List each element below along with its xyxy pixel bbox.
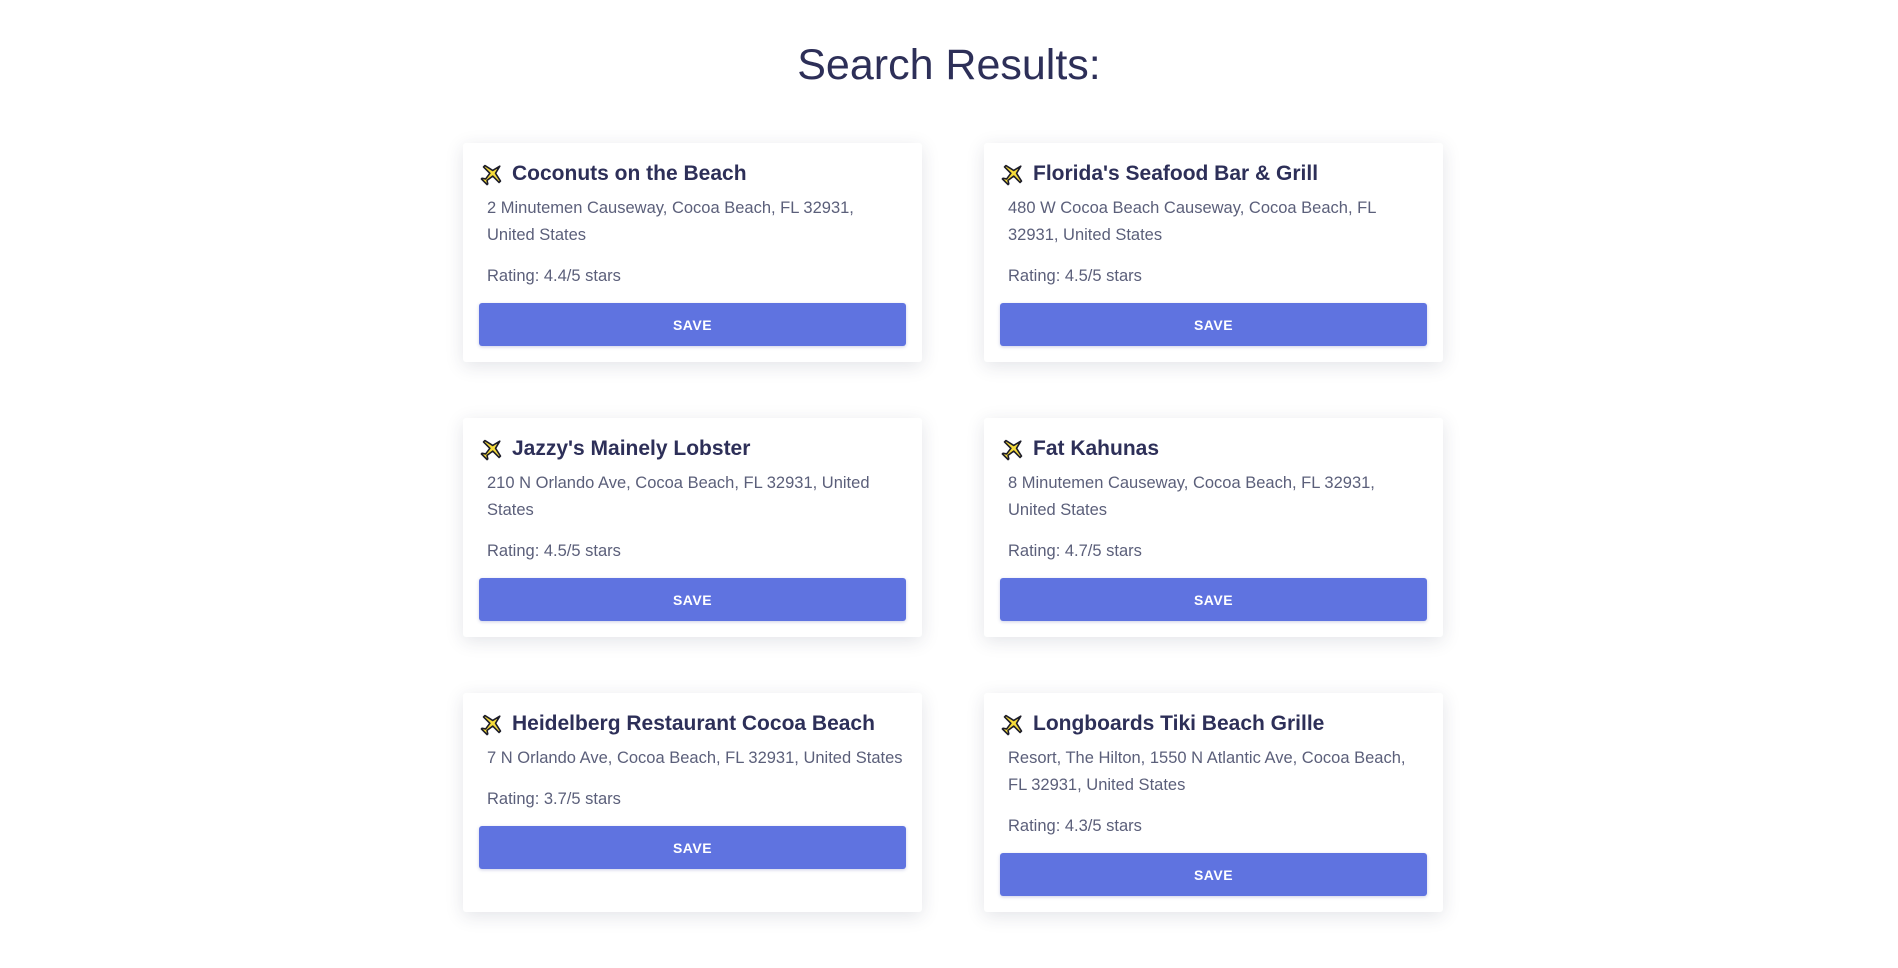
airplane-icon [1000,711,1026,737]
result-rating: Rating: 4.3/5 stars [1008,817,1142,835]
result-address: 480 W Cocoa Beach Causeway, Cocoa Beach,… [1008,199,1376,244]
result-rating: Rating: 4.7/5 stars [1008,542,1142,560]
airplane-icon [1000,436,1026,462]
result-name: Coconuts on the Beach [512,162,747,185]
result-name: Fat Kahunas [1033,437,1160,460]
result-address: 8 Minutemen Causeway, Cocoa Beach, FL 32… [1008,474,1375,519]
page-title: Search Results: [797,41,1101,89]
result-card: Coconuts on the Beach 2 Minutemen Causew… [463,143,922,362]
result-name: Florida's Seafood Bar & Grill [1033,162,1319,185]
result-card: Fat Kahunas 8 Minutemen Causeway, Cocoa … [984,418,1443,637]
result-address: 2 Minutemen Causeway, Cocoa Beach, FL 32… [487,199,854,244]
result-rating: Rating: 4.5/5 stars [487,542,621,560]
result-rating: Rating: 4.5/5 stars [1008,267,1142,285]
result-name: Jazzy's Mainely Lobster [512,437,751,460]
airplane-icon [479,436,505,462]
save-button[interactable]: SAVE [1000,303,1427,346]
result-card: Jazzy's Mainely Lobster 210 N Orlando Av… [463,418,922,637]
results-grid: Coconuts on the Beach 2 Minutemen Causew… [463,143,1443,968]
result-address: 7 N Orlando Ave, Cocoa Beach, FL 32931, … [487,749,903,767]
result-address: Resort, The Hilton, 1550 N Atlantic Ave,… [1008,749,1406,794]
save-button[interactable]: SAVE [1000,578,1427,621]
result-rating: Rating: 3.7/5 stars [487,790,621,808]
result-card: Florida's Seafood Bar & Grill 480 W Coco… [984,143,1443,362]
save-button[interactable]: SAVE [479,826,906,869]
result-rating: Rating: 4.4/5 stars [487,267,621,285]
result-card: Heidelberg Restaurant Cocoa Beach 7 N Or… [463,693,922,912]
result-name: Heidelberg Restaurant Cocoa Beach [512,712,875,735]
airplane-icon [479,161,505,187]
save-button[interactable]: SAVE [479,578,906,621]
airplane-icon [479,711,505,737]
result-address: 210 N Orlando Ave, Cocoa Beach, FL 32931… [487,474,870,519]
save-button[interactable]: SAVE [479,303,906,346]
result-name: Longboards Tiki Beach Grille [1033,712,1325,735]
save-button[interactable]: SAVE [1000,853,1427,896]
result-card: Longboards Tiki Beach Grille Resort, The… [984,693,1443,912]
airplane-icon [1000,161,1026,187]
